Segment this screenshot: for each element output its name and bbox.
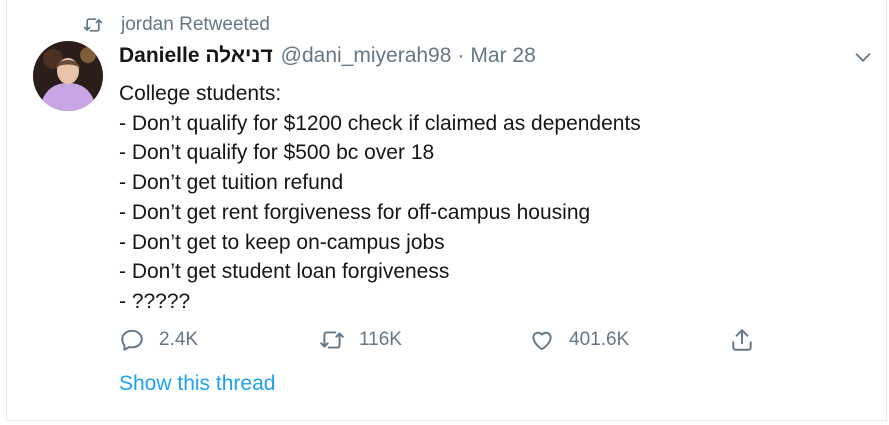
reply-button[interactable]: 2.4K: [119, 327, 319, 353]
tweet-date[interactable]: Mar 28: [470, 44, 535, 68]
heart-icon: [532, 331, 552, 351]
reply-count: 2.4K: [159, 329, 199, 350]
retweet-icon: [83, 18, 103, 32]
tweet-line: - Don’t get rent forgiveness for off-cam…: [119, 200, 591, 224]
share-icon: [732, 329, 752, 351]
tweet-text: College students: - Don’t qualify for $1…: [119, 79, 641, 317]
chevron-down-icon[interactable]: [852, 46, 874, 68]
tweet-line: - Don’t qualify for $500 bc over 18: [119, 141, 435, 165]
reply-icon: [121, 329, 143, 351]
tweet-line: - Don’t qualify for $1200 check if claim…: [119, 111, 641, 135]
retweet-button[interactable]: 116K: [319, 327, 529, 353]
tweet-line: - Don’t get student loan forgiveness: [119, 260, 450, 284]
retweet-icon: [320, 331, 344, 349]
like-count: 401.6K: [569, 329, 630, 350]
author-name[interactable]: Danielle דניאלה: [119, 44, 273, 68]
tweet-line: - Don’t get to keep on-campus jobs: [119, 230, 445, 254]
like-button[interactable]: 401.6K: [529, 327, 729, 353]
avatar[interactable]: [33, 41, 103, 111]
tweet-line: - Don’t get tuition refund: [119, 171, 344, 195]
retweet-context: jordan Retweeted: [83, 14, 270, 36]
tweet-card[interactable]: jordan Retweeted Danielle דניאלה @dani_m…: [6, 0, 887, 421]
show-thread-link[interactable]: Show this thread: [119, 372, 275, 396]
retweet-count: 116K: [359, 329, 402, 350]
tweet-line: College students:: [119, 82, 282, 105]
retweet-context-label: jordan Retweeted: [121, 14, 270, 35]
author-handle[interactable]: @dani_miyerah98: [281, 44, 452, 68]
separator: ·: [457, 44, 465, 67]
action-bar: 2.4K 116K 401.6K: [119, 327, 755, 353]
tweet-line: - ?????: [119, 289, 191, 313]
share-button[interactable]: [729, 327, 755, 353]
tweet-header: Danielle דניאלה @dani_miyerah98 · Mar 28: [119, 44, 536, 68]
